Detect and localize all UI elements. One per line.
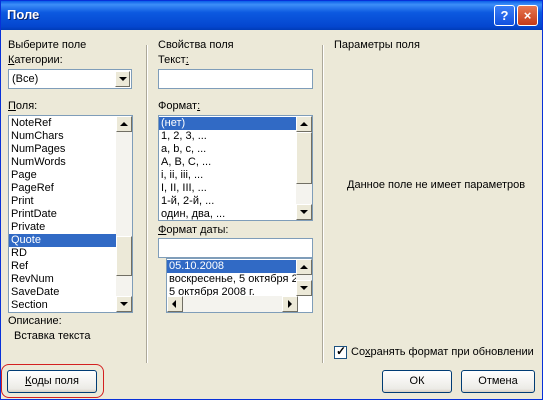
checkmark-icon: ✓	[336, 344, 347, 358]
list-item[interactable]: SaveDate	[9, 286, 132, 299]
format-scrollbar[interactable]	[296, 116, 312, 220]
list-item[interactable]: воскресенье, 5 октября 2	[167, 273, 312, 286]
list-item[interactable]: Quote	[9, 234, 132, 247]
scroll-thumb[interactable]	[296, 132, 312, 184]
list-item[interactable]: 05.10.2008	[167, 260, 312, 273]
scroll-up-icon[interactable]	[296, 116, 312, 132]
cancel-button[interactable]: Отмена	[461, 370, 535, 393]
format-label: Формат:	[158, 100, 201, 112]
scroll-left-icon[interactable]	[167, 296, 183, 312]
list-item[interactable]: RevNum	[9, 273, 132, 286]
divider	[322, 45, 324, 363]
list-item[interactable]: один, два, ...	[159, 208, 312, 220]
select-field-group-title: Выберите поле	[8, 39, 87, 51]
list-item[interactable]: PrintDate	[9, 208, 132, 221]
scroll-up-icon[interactable]	[296, 259, 312, 275]
help-button[interactable]: ?	[494, 5, 515, 26]
date-format-listbox[interactable]: 05.10.2008 воскресенье, 5 октября 25 октя…	[166, 258, 313, 313]
fields-scrollbar[interactable]	[116, 116, 132, 312]
list-item[interactable]: PageRef	[9, 182, 132, 195]
list-item[interactable]: I, II, III, ...	[159, 182, 312, 195]
text-input[interactable]	[158, 69, 313, 89]
list-item[interactable]: NumWords	[9, 156, 132, 169]
list-item[interactable]: NumChars	[9, 130, 132, 143]
field-properties-group-title: Свойства поля	[158, 39, 234, 51]
list-item[interactable]: Page	[9, 169, 132, 182]
field-parameters-group-title: Параметры поля	[334, 39, 420, 51]
chevron-down-icon[interactable]	[115, 71, 130, 87]
field-dialog: Поле ? × Выберите поле Категории: (Все) …	[0, 0, 543, 400]
list-item[interactable]: Ref	[9, 260, 132, 273]
text-label: Текст:	[158, 54, 189, 66]
list-item[interactable]: NumPages	[9, 143, 132, 156]
close-button[interactable]: ×	[517, 5, 538, 26]
list-item[interactable]: Section	[9, 299, 132, 312]
ok-button[interactable]: ОК	[382, 370, 452, 393]
list-item[interactable]: Print	[9, 195, 132, 208]
list-item[interactable]: Private	[9, 221, 132, 234]
scroll-down-icon[interactable]	[296, 204, 312, 220]
list-item[interactable]: 1-й, 2-й, ...	[159, 195, 312, 208]
categories-label: Категории:	[8, 54, 63, 66]
scroll-right-icon[interactable]	[282, 296, 298, 312]
dialog-title: Поле	[7, 7, 40, 22]
date-format-input[interactable]	[158, 238, 313, 258]
list-item[interactable]: i, ii, iii, ...	[159, 169, 312, 182]
preserve-format-label[interactable]: Сохранять формат при обновлении	[351, 346, 534, 358]
scroll-thumb[interactable]	[116, 236, 132, 276]
format-listbox[interactable]: (нет) 1, 2, 3, ... a, b, c, ... A, B, C, ..…	[158, 115, 313, 221]
description-text: Вставка текста	[14, 330, 91, 342]
list-item[interactable]: NoteRef	[9, 117, 132, 130]
field-codes-button[interactable]: Коды поля	[7, 370, 97, 393]
categories-dropdown[interactable]: (Все)	[8, 69, 132, 89]
scroll-down-icon[interactable]	[116, 296, 132, 312]
description-label: Описание:	[8, 315, 62, 327]
scroll-down-icon[interactable]	[296, 280, 312, 296]
list-item[interactable]: A, B, C, ...	[159, 156, 312, 169]
list-item[interactable]: (нет)	[159, 117, 312, 130]
title-bar[interactable]: Поле ? ×	[1, 1, 542, 30]
no-parameters-text: Данное поле не имеет параметров	[347, 179, 526, 191]
fields-listbox[interactable]: NoteRef NumChars NumPages NumWords Page PageR…	[8, 115, 133, 313]
list-item[interactable]: RD	[9, 247, 132, 260]
date-format-vscrollbar[interactable]	[296, 259, 312, 296]
preserve-format-checkbox[interactable]: ✓	[334, 344, 347, 359]
date-format-label: Формат даты:	[158, 224, 229, 236]
list-item[interactable]: a, b, c, ...	[159, 143, 312, 156]
date-format-hscrollbar[interactable]	[167, 296, 298, 312]
scroll-up-icon[interactable]	[116, 116, 132, 132]
divider	[146, 45, 148, 363]
fields-label: Поля:	[8, 100, 38, 112]
categories-value: (Все)	[12, 73, 39, 85]
list-item[interactable]: 1, 2, 3, ...	[159, 130, 312, 143]
